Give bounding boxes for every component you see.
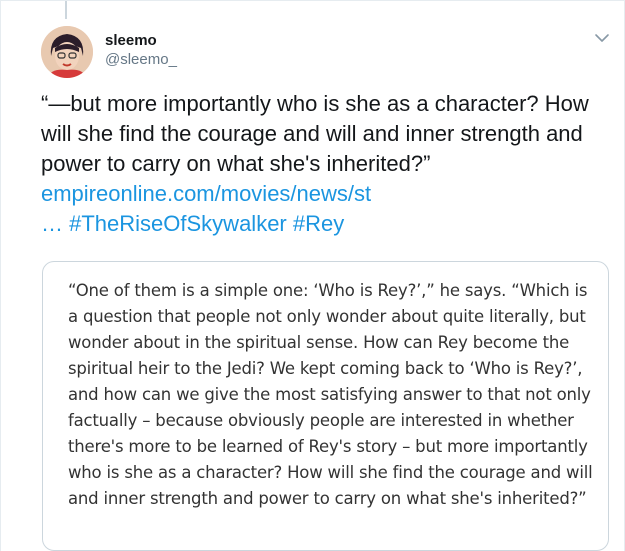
hashtag-therriseofskywalker[interactable]: #TheRiseOfSkywalker [69,211,287,236]
display-name[interactable]: sleemo [105,32,177,50]
hashtag-rey[interactable]: #Rey [293,211,344,236]
avatar[interactable] [41,26,93,78]
tweet-text: “—but more importantly who is she as a c… [41,89,611,239]
tweet-body: “—but more importantly who is she as a c… [41,91,589,176]
card-quote-text: “One of them is a simple one: ‘Who is Re… [68,281,593,508]
tweet-link[interactable]: empireonline.com/movies/news/st [41,181,371,206]
user-handle[interactable]: @sleemo_ [105,50,177,70]
chevron-down-icon[interactable] [593,29,611,47]
user-info[interactable]: sleemo @sleemo_ [105,32,177,70]
link-ellipsis[interactable]: … [41,211,63,236]
thread-connector [65,1,67,19]
tweet[interactable]: sleemo @sleemo_ “—but more importantly w… [0,0,625,551]
